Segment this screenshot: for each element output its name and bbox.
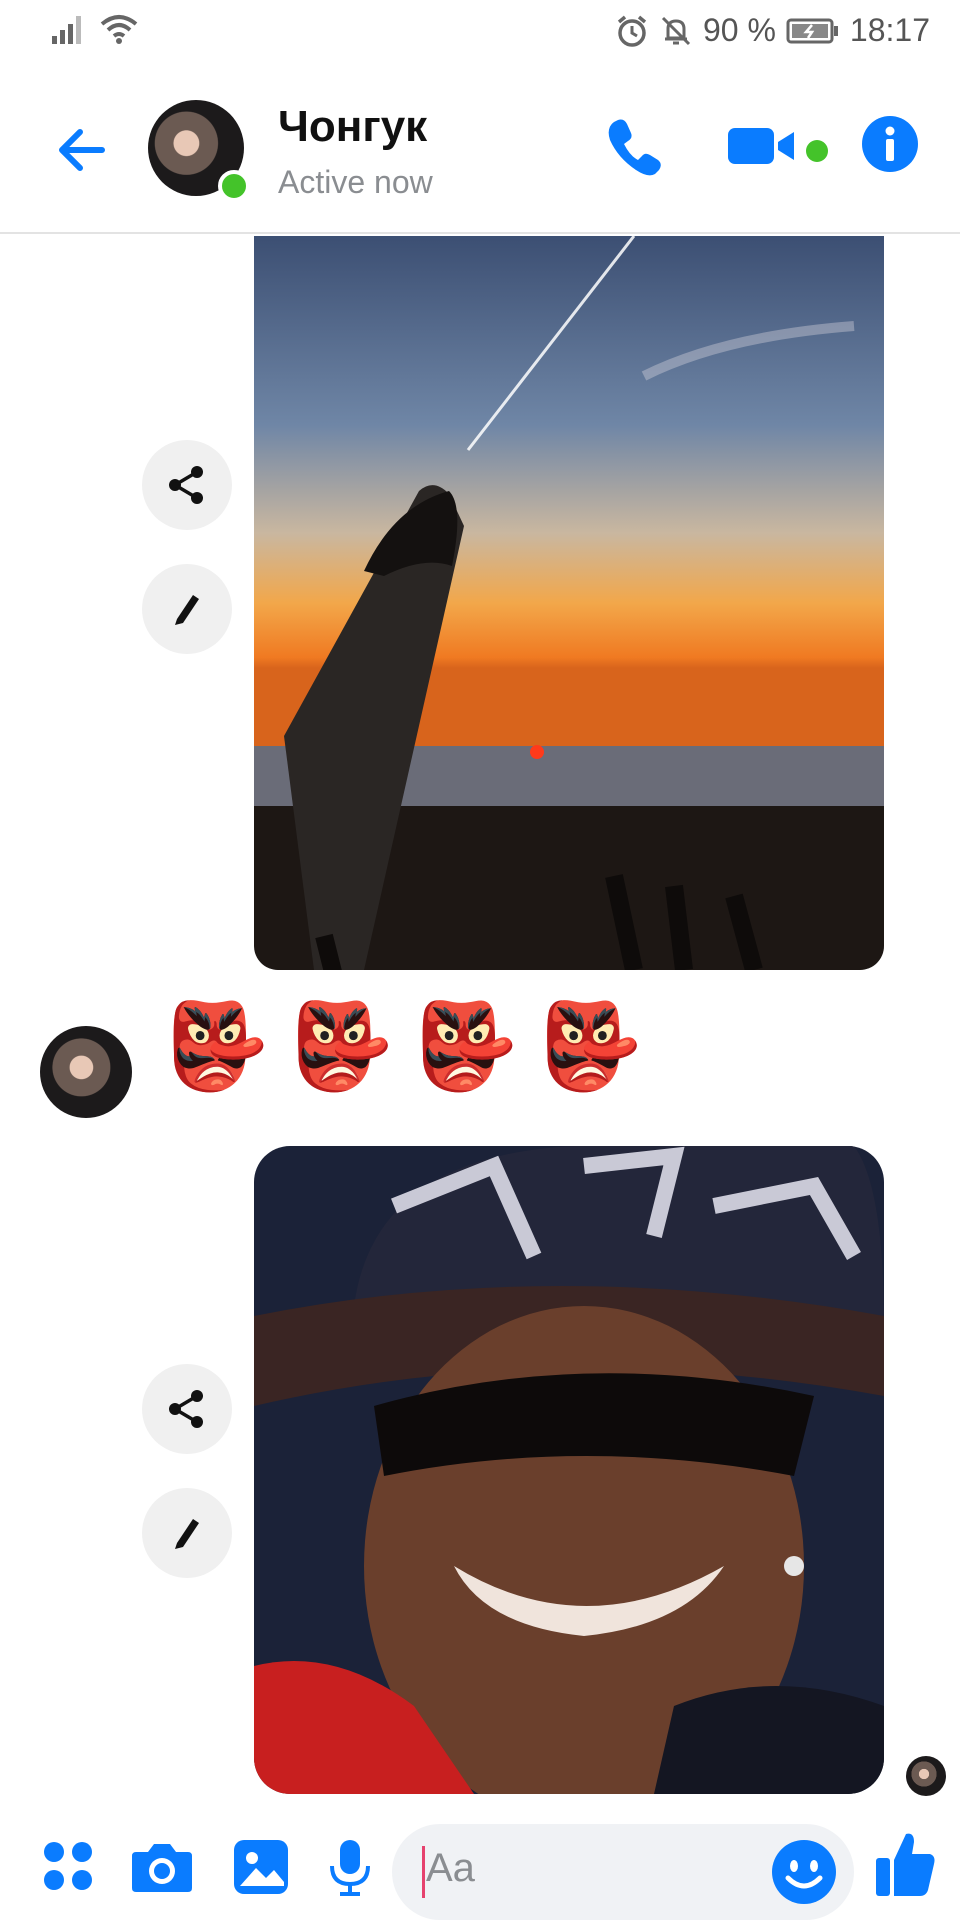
edit-button[interactable] bbox=[142, 1488, 232, 1578]
status-right: 90 % 18:17 bbox=[615, 12, 930, 49]
contact-avatar[interactable] bbox=[148, 100, 250, 202]
status-bar: 90 % 18:17 bbox=[0, 0, 960, 64]
sunset-photo-image bbox=[254, 236, 884, 970]
clock: 18:17 bbox=[849, 12, 930, 48]
video-call-icon[interactable] bbox=[726, 114, 798, 178]
microphone-icon[interactable] bbox=[328, 1838, 372, 1898]
back-arrow-icon[interactable] bbox=[50, 118, 114, 182]
camera-icon[interactable] bbox=[130, 1838, 194, 1894]
pencil-icon bbox=[175, 595, 199, 625]
sent-photo-sunset[interactable] bbox=[254, 236, 884, 970]
share-button[interactable] bbox=[142, 440, 232, 530]
message-input[interactable]: Aa bbox=[392, 1824, 854, 1920]
alarm-icon bbox=[617, 15, 647, 47]
mute-icon bbox=[661, 16, 691, 45]
info-icon[interactable] bbox=[860, 114, 920, 174]
sent-photo-portrait[interactable] bbox=[254, 1146, 884, 1794]
share-icon bbox=[169, 1390, 203, 1428]
chat-header: Чонгук Active now bbox=[0, 80, 960, 234]
like-thumbs-up-icon[interactable] bbox=[874, 1830, 938, 1898]
battery-icon bbox=[786, 18, 838, 43]
message-placeholder: Aa bbox=[426, 1846, 475, 1890]
gallery-icon[interactable] bbox=[232, 1838, 290, 1896]
goblin-emoji: 👺 bbox=[288, 997, 394, 1095]
portrait-photo-image bbox=[254, 1146, 884, 1794]
contact-avatar-small[interactable] bbox=[40, 1026, 132, 1118]
emoji-smiley-icon[interactable] bbox=[770, 1838, 838, 1906]
goblin-emoji: 👺 bbox=[413, 997, 518, 1095]
online-indicator bbox=[218, 170, 250, 202]
goblin-emoji: 👺 bbox=[164, 997, 269, 1095]
battery-percent: 90 % bbox=[702, 12, 776, 48]
edit-button[interactable] bbox=[142, 564, 232, 654]
read-receipt-avatar bbox=[906, 1756, 946, 1796]
status-left bbox=[52, 14, 138, 44]
share-icon bbox=[169, 466, 203, 504]
contact-name[interactable]: Чонгук bbox=[278, 102, 427, 152]
text-cursor bbox=[422, 1846, 425, 1898]
share-button[interactable] bbox=[142, 1364, 232, 1454]
composer-bar: Aa bbox=[0, 1810, 960, 1920]
goblin-emoji: 👺 bbox=[537, 997, 643, 1095]
pencil-icon bbox=[175, 1519, 199, 1549]
signal-icon bbox=[52, 16, 81, 44]
wifi-icon bbox=[100, 15, 138, 44]
phone-icon[interactable] bbox=[602, 114, 666, 178]
emoji-message[interactable]: 👺 👺 👺 👺 bbox=[164, 1004, 642, 1088]
apps-grid-icon[interactable] bbox=[40, 1838, 96, 1894]
video-active-indicator bbox=[806, 140, 828, 162]
active-status: Active now bbox=[278, 164, 433, 200]
